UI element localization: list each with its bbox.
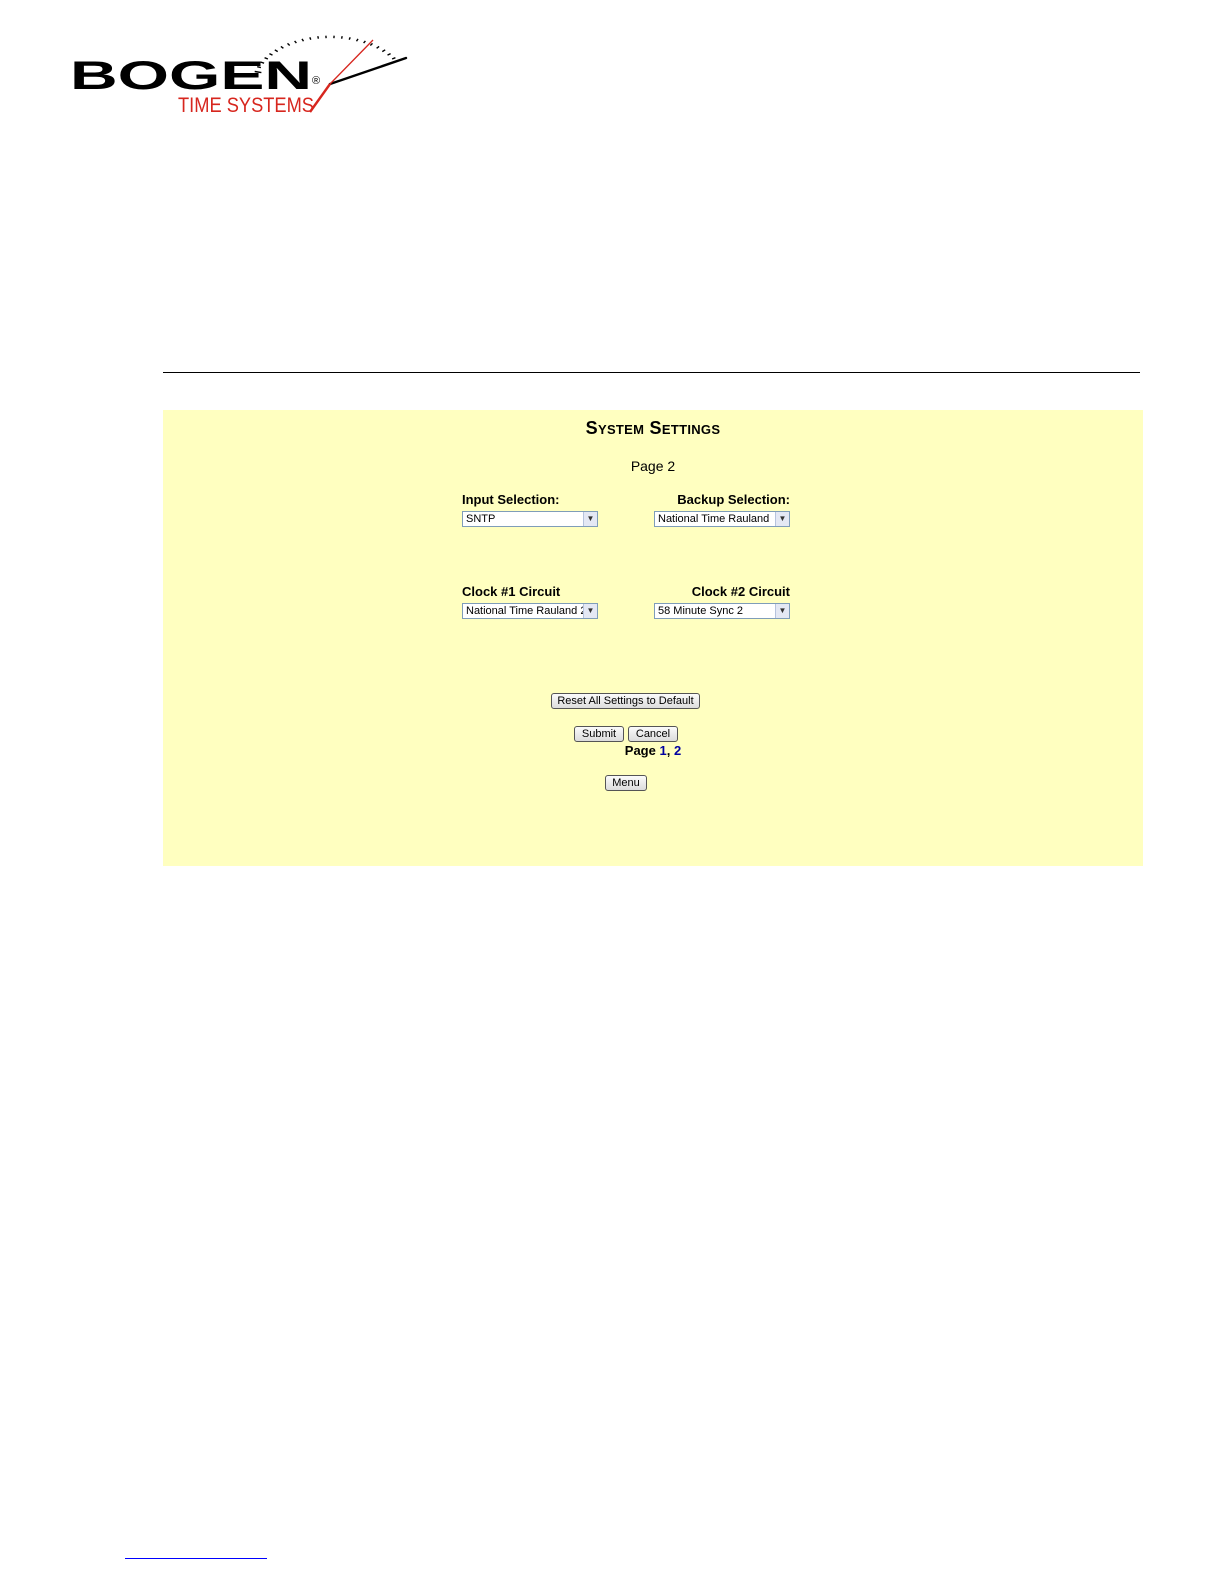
input-selection-select[interactable]: SNTP ▼ [462,511,598,527]
reset-defaults-button[interactable]: Reset All Settings to Default [551,693,700,709]
clock1-circuit-label: Clock #1 Circuit [462,584,561,599]
page-nav-separator: , [666,743,671,758]
clock-tick [294,40,297,44]
page-navigation: Page 1, 2 [163,743,1143,758]
clock-tick [376,45,380,49]
logo-registered-mark: ® [312,75,320,87]
clock-tick [280,45,284,49]
input-selection-label: Input Selection: [462,492,560,507]
page-2-link[interactable]: 2 [674,743,681,758]
clock-tick [287,42,291,47]
clock-tick [301,38,305,42]
clock-tick [355,38,359,42]
clock-tick [369,42,373,47]
clock2-circuit-value: 58 Minute Sync 2 [658,605,743,617]
clock-tick [348,37,351,40]
clock-tick [309,37,312,40]
backup-selection-select[interactable]: National Time Rauland ▼ [654,511,790,527]
clock1-circuit-value: National Time Rauland 2 [466,605,587,617]
header-divider [163,372,1140,373]
page-nav-label: Page [624,743,656,758]
bogen-logo: BOGEN ® TIME SYSTEMS [70,35,408,117]
clock-tick [340,36,343,39]
clock-tick [274,49,279,53]
cancel-button[interactable]: Cancel [628,726,678,742]
clock2-circuit-select[interactable]: 58 Minute Sync 2 ▼ [654,603,790,619]
footer-link-underline[interactable] [125,1558,267,1559]
system-settings-panel: System Settings Page 2 Input Selection: … [163,410,1143,866]
input-selection-value: SNTP [466,513,496,525]
chevron-down-icon[interactable]: ▼ [583,604,597,618]
logo-brand-text: BOGEN [70,54,312,98]
page-title: System Settings [585,418,721,438]
backup-selection-label: Backup Selection: [677,492,790,507]
clock-tick [363,40,366,44]
backup-selection-value: National Time Rauland [658,513,770,525]
logo-tagline-text: TIME SYSTEMS [178,94,314,117]
page-subtitle: Page 2 [630,458,676,474]
clock1-circuit-select[interactable]: National Time Rauland 2 ▼ [462,603,598,619]
clock2-circuit-label: Clock #2 Circuit [691,584,790,599]
clock-tick [391,57,396,60]
clock-tick [317,36,320,39]
chevron-down-icon[interactable]: ▼ [583,512,597,526]
chevron-down-icon[interactable]: ▼ [775,512,789,526]
clock-tick [381,49,386,53]
page-1-link[interactable]: 1 [659,743,666,758]
chevron-down-icon[interactable]: ▼ [775,604,789,618]
clock-tick [387,52,391,56]
menu-button[interactable]: Menu [605,775,647,791]
submit-button[interactable]: Submit [574,726,624,742]
